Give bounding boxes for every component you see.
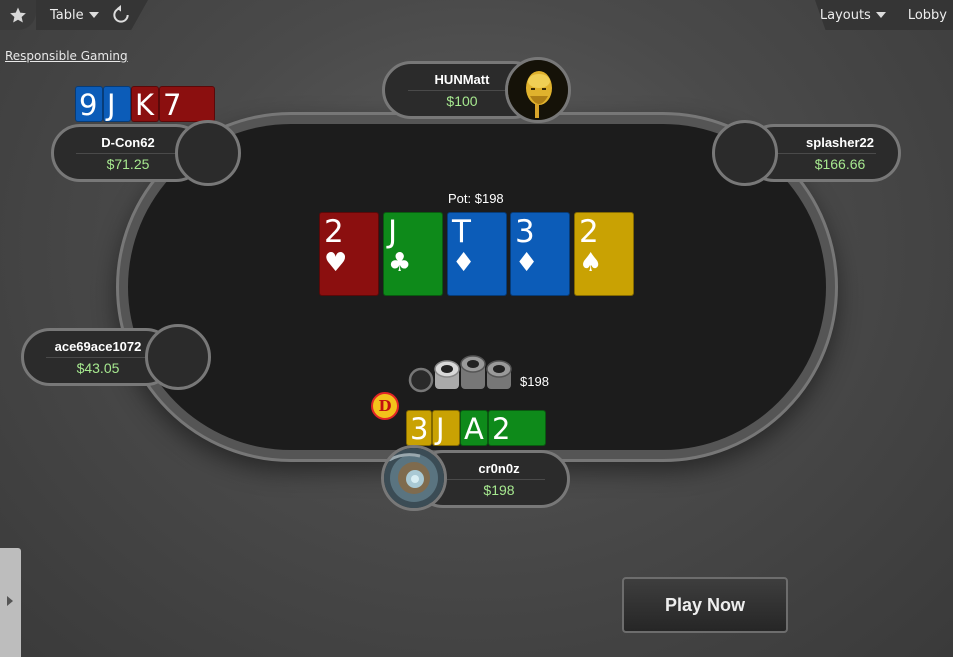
player-name: D-Con62: [101, 134, 155, 150]
divider: [46, 356, 150, 358]
player-stack: $71.25: [106, 155, 150, 172]
player-stack: $43.05: [76, 359, 120, 376]
player-stack: $166.66: [814, 155, 866, 172]
board-card: T ♦: [447, 212, 507, 296]
hero-card: 3: [406, 410, 432, 446]
empty-avatar[interactable]: [712, 120, 778, 186]
board-card: 3 ♦: [510, 212, 570, 296]
empty-avatar[interactable]: [175, 120, 241, 186]
hero-card: 2: [488, 410, 546, 446]
board-card: 2 ♠: [574, 212, 634, 296]
responsible-gaming-link[interactable]: Responsible Gaming: [5, 49, 128, 63]
pot-label: Pot: $198: [443, 190, 509, 207]
chevron-down-icon: [88, 12, 99, 18]
empty-avatar[interactable]: [145, 324, 211, 390]
layouts-menu-label: Layouts: [819, 7, 871, 23]
landscape-avatar[interactable]: [381, 445, 447, 511]
player-name: splasher22: [806, 134, 874, 150]
opponent-card: J: [103, 86, 131, 122]
chevron-down-icon: [875, 12, 886, 18]
player-stack: $198: [483, 481, 515, 498]
star-icon: [10, 7, 26, 23]
hero-bet-amount: $198: [520, 374, 549, 389]
table-menu-label: Table: [50, 7, 84, 23]
side-panel-toggle[interactable]: [0, 548, 21, 657]
opponent-card: 9: [75, 86, 103, 122]
lobby-toolbar: Layouts Lobby: [815, 0, 953, 30]
player-stack: $100: [446, 92, 478, 109]
player-name: cr0n0z: [478, 460, 520, 476]
portrait-avatar[interactable]: [505, 57, 571, 123]
divider: [76, 152, 180, 154]
board-card: J ♣: [383, 212, 443, 296]
dealer-button-icon: D: [371, 392, 399, 420]
divider: [439, 478, 545, 480]
board-card: 2 ♥: [319, 212, 379, 296]
divider: [770, 152, 876, 154]
lobby-link[interactable]: Lobby: [908, 8, 947, 23]
player-name: ace69ace1072: [54, 338, 142, 354]
chevron-right-icon: [7, 596, 13, 606]
play-now-button[interactable]: Play Now: [622, 577, 788, 633]
favorite-button[interactable]: [0, 0, 36, 30]
table-toolbar: Table: [36, 0, 148, 30]
player-name: HUNMatt: [434, 71, 490, 87]
opponent-card: K: [131, 86, 159, 122]
portrait-avatar-image: [508, 60, 568, 120]
hero-card: J: [432, 410, 460, 446]
reload-icon[interactable]: [111, 5, 131, 25]
table-menu[interactable]: Table: [50, 8, 99, 23]
landscape-avatar-image: [384, 448, 444, 508]
layouts-menu[interactable]: Layouts: [820, 8, 886, 23]
chip-stack-icon: [408, 355, 512, 393]
hero-card: A: [460, 410, 488, 446]
opponent-card: 7: [159, 86, 215, 122]
divider: [408, 89, 516, 91]
